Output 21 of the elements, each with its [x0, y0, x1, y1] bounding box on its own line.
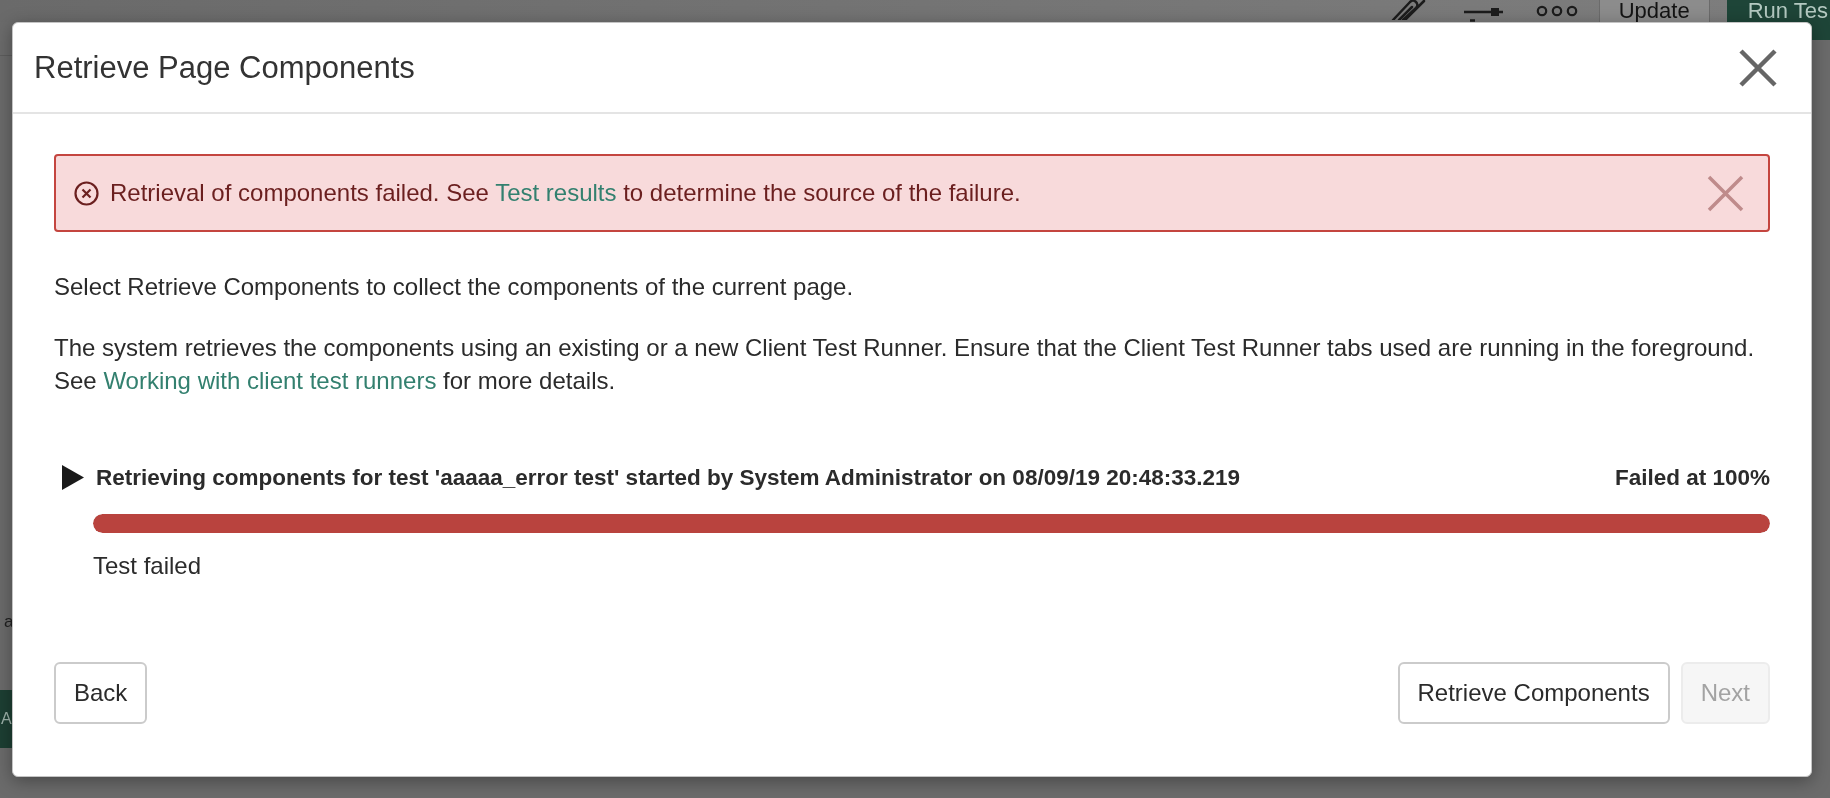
close-button[interactable]: [1739, 48, 1777, 87]
triangle-icon[interactable]: [62, 465, 84, 490]
retrieve-components-button[interactable]: Retrieve Components: [1397, 662, 1670, 724]
back-button[interactable]: Back: [54, 662, 148, 724]
result-text: Test failed: [93, 551, 203, 581]
more-icon[interactable]: [1535, 5, 1578, 17]
error-icon: [74, 180, 99, 206]
dialog-title: Retrieve Page Components: [34, 49, 415, 86]
job-status: Failed at 100%: [1614, 463, 1770, 492]
help-link[interactable]: Working with client test runners: [103, 367, 437, 394]
test-results-link[interactable]: Test results: [495, 179, 617, 206]
instruction-text: Select Retrieve Components to collect the components of the current page.: [54, 272, 855, 302]
alert-message: Retrieval of components failed. See Test results to determine the source of the failure.: [110, 178, 1021, 208]
description-text: The system retrieves the components using an existing or a new Client Test Runner. Ensure that the Client Test Runner tabs used are running in the foreground. See Working with client test runners for more details.: [54, 333, 1756, 396]
job-title: Retrieving components for test 'aaaaa_error test' started by System Administrator on 08/09/19 20:48:33.219: [96, 463, 1241, 492]
close-icon: [1707, 174, 1744, 212]
background-text: a: [4, 612, 14, 632]
background-button[interactable]: A: [0, 690, 12, 748]
update-button[interactable]: Update: [1598, 0, 1710, 22]
close-icon: [1739, 48, 1777, 87]
paperclip-icon[interactable]: [1390, 0, 1428, 20]
